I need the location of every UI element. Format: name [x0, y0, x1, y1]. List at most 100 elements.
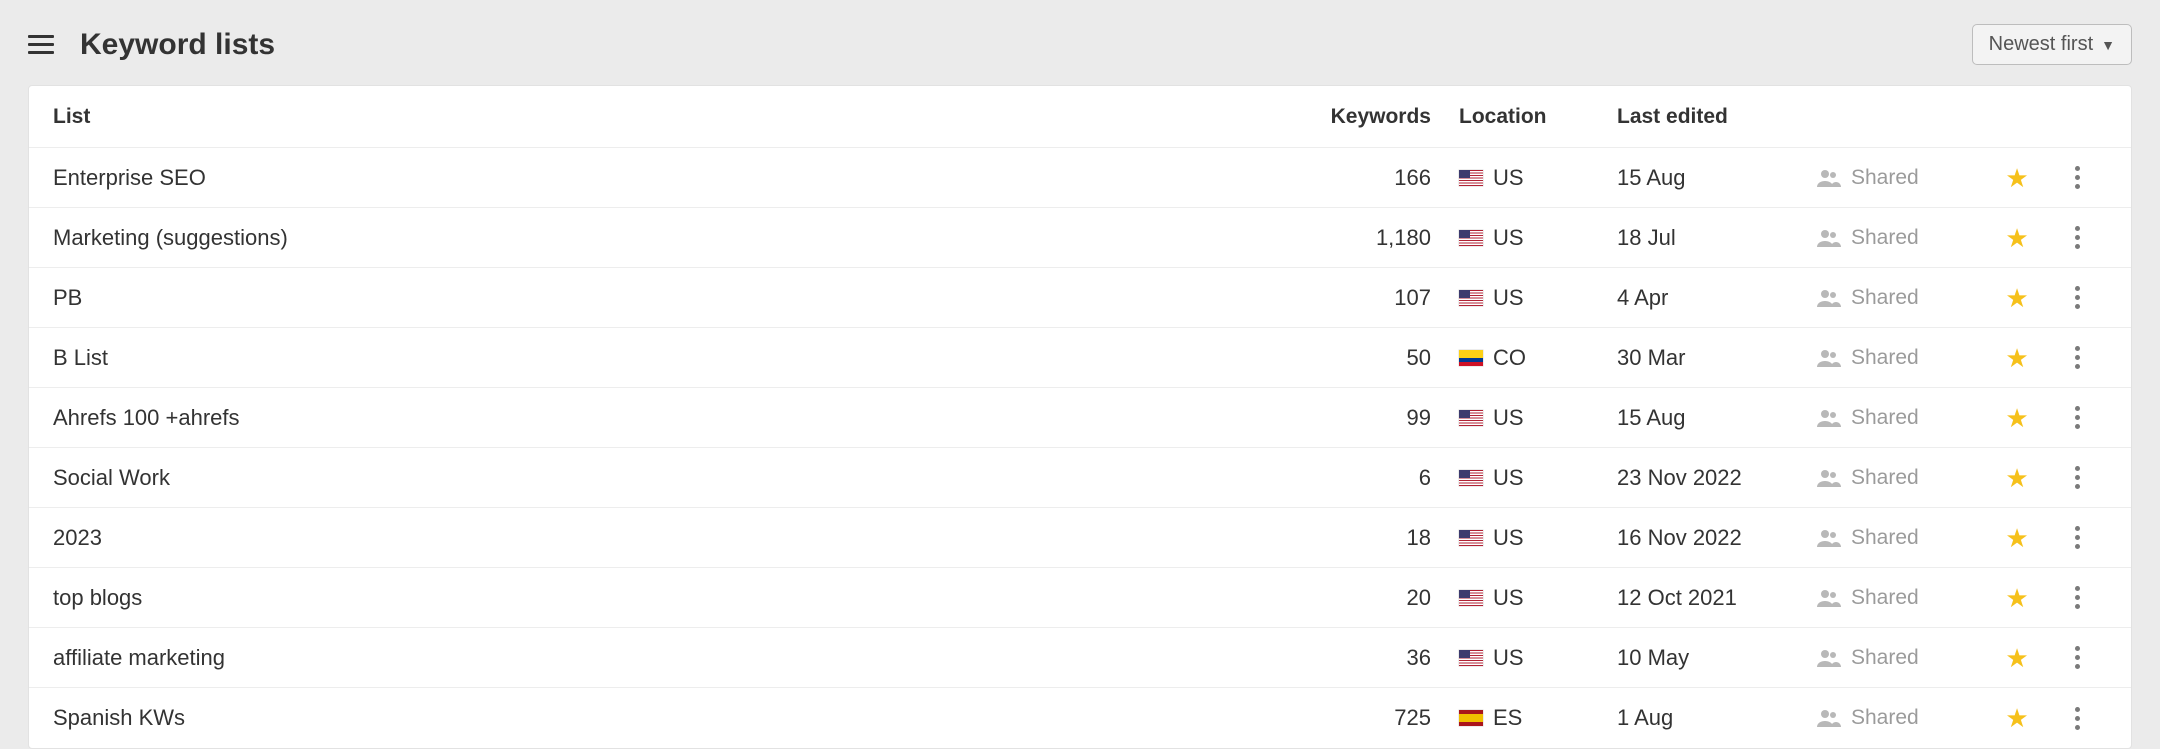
- menu-icon[interactable]: [28, 30, 58, 60]
- star-icon[interactable]: ★: [2005, 165, 2028, 191]
- table-row[interactable]: Marketing (suggestions) 1,180 US 18 Jul …: [29, 208, 2131, 268]
- more-icon[interactable]: [2069, 220, 2086, 255]
- people-icon: [1817, 649, 1841, 667]
- location-cell: US: [1447, 465, 1617, 491]
- flag-icon: [1459, 230, 1483, 246]
- keywords-count: 107: [1317, 285, 1447, 311]
- chevron-down-icon: ▼: [2101, 37, 2115, 53]
- last-edited: 15 Aug: [1617, 405, 1817, 431]
- star-icon[interactable]: ★: [2005, 225, 2028, 251]
- list-name: B List: [53, 345, 1317, 371]
- flag-icon: [1459, 350, 1483, 366]
- star-icon[interactable]: ★: [2005, 405, 2028, 431]
- shared-indicator: Shared: [1817, 586, 1987, 610]
- list-name: Ahrefs 100 +ahrefs: [53, 405, 1317, 431]
- flag-icon: [1459, 710, 1483, 726]
- keywords-count: 18: [1317, 525, 1447, 551]
- star-icon[interactable]: ★: [2005, 285, 2028, 311]
- location-cell: CO: [1447, 345, 1617, 371]
- table-row[interactable]: 2023 18 US 16 Nov 2022 Shared ★: [29, 508, 2131, 568]
- shared-indicator: Shared: [1817, 406, 1987, 430]
- list-name: PB: [53, 285, 1317, 311]
- location-cell: US: [1447, 165, 1617, 191]
- shared-indicator: Shared: [1817, 526, 1987, 550]
- shared-label: Shared: [1851, 406, 1919, 430]
- table-row[interactable]: Social Work 6 US 23 Nov 2022 Shared ★: [29, 448, 2131, 508]
- star-icon[interactable]: ★: [2005, 525, 2028, 551]
- flag-icon: [1459, 410, 1483, 426]
- shared-label: Shared: [1851, 286, 1919, 310]
- shared-indicator: Shared: [1817, 706, 1987, 730]
- country-code: ES: [1493, 705, 1522, 731]
- shared-label: Shared: [1851, 226, 1919, 250]
- star-icon[interactable]: ★: [2005, 465, 2028, 491]
- flag-icon: [1459, 650, 1483, 666]
- table-row[interactable]: top blogs 20 US 12 Oct 2021 Shared ★: [29, 568, 2131, 628]
- star-icon[interactable]: ★: [2005, 345, 2028, 371]
- more-icon[interactable]: [2069, 701, 2086, 736]
- more-icon[interactable]: [2069, 640, 2086, 675]
- table-row[interactable]: Enterprise SEO 166 US 15 Aug Shared ★: [29, 148, 2131, 208]
- keywords-count: 20: [1317, 585, 1447, 611]
- more-icon[interactable]: [2069, 460, 2086, 495]
- shared-indicator: Shared: [1817, 226, 1987, 250]
- list-name: Enterprise SEO: [53, 165, 1317, 191]
- star-icon[interactable]: ★: [2005, 585, 2028, 611]
- people-icon: [1817, 589, 1841, 607]
- country-code: US: [1493, 585, 1524, 611]
- last-edited: 12 Oct 2021: [1617, 585, 1817, 611]
- more-icon[interactable]: [2069, 400, 2086, 435]
- table-row[interactable]: PB 107 US 4 Apr Shared ★: [29, 268, 2131, 328]
- country-code: US: [1493, 165, 1524, 191]
- people-icon: [1817, 409, 1841, 427]
- more-icon[interactable]: [2069, 160, 2086, 195]
- shared-label: Shared: [1851, 706, 1919, 730]
- country-code: US: [1493, 285, 1524, 311]
- location-cell: ES: [1447, 705, 1617, 731]
- list-name: affiliate marketing: [53, 645, 1317, 671]
- more-icon[interactable]: [2069, 580, 2086, 615]
- last-edited: 23 Nov 2022: [1617, 465, 1817, 491]
- table-row[interactable]: Spanish KWs 725 ES 1 Aug Shared ★: [29, 688, 2131, 748]
- keyword-lists-table: List Keywords Location Last edited Enter…: [28, 85, 2132, 749]
- table-row[interactable]: Ahrefs 100 +ahrefs 99 US 15 Aug Shared ★: [29, 388, 2131, 448]
- table-row[interactable]: affiliate marketing 36 US 10 May Shared …: [29, 628, 2131, 688]
- more-icon[interactable]: [2069, 520, 2086, 555]
- people-icon: [1817, 349, 1841, 367]
- flag-icon: [1459, 290, 1483, 306]
- last-edited: 30 Mar: [1617, 345, 1817, 371]
- flag-icon: [1459, 470, 1483, 486]
- last-edited: 16 Nov 2022: [1617, 525, 1817, 551]
- people-icon: [1817, 169, 1841, 187]
- star-icon[interactable]: ★: [2005, 705, 2028, 731]
- col-header-lastedited: Last edited: [1617, 105, 1817, 129]
- keywords-count: 725: [1317, 705, 1447, 731]
- people-icon: [1817, 529, 1841, 547]
- location-cell: US: [1447, 405, 1617, 431]
- keywords-count: 99: [1317, 405, 1447, 431]
- list-name: 2023: [53, 525, 1317, 551]
- flag-icon: [1459, 590, 1483, 606]
- keywords-count: 6: [1317, 465, 1447, 491]
- keywords-count: 166: [1317, 165, 1447, 191]
- last-edited: 10 May: [1617, 645, 1817, 671]
- flag-icon: [1459, 530, 1483, 546]
- shared-label: Shared: [1851, 166, 1919, 190]
- more-icon[interactable]: [2069, 340, 2086, 375]
- list-name: Spanish KWs: [53, 705, 1317, 731]
- keywords-count: 1,180: [1317, 225, 1447, 251]
- sort-label: Newest first: [1989, 33, 2093, 56]
- list-name: Social Work: [53, 465, 1317, 491]
- location-cell: US: [1447, 225, 1617, 251]
- sort-dropdown[interactable]: Newest first ▼: [1972, 24, 2132, 65]
- last-edited: 4 Apr: [1617, 285, 1817, 311]
- keywords-count: 50: [1317, 345, 1447, 371]
- people-icon: [1817, 289, 1841, 307]
- country-code: US: [1493, 465, 1524, 491]
- location-cell: US: [1447, 585, 1617, 611]
- star-icon[interactable]: ★: [2005, 645, 2028, 671]
- shared-label: Shared: [1851, 586, 1919, 610]
- more-icon[interactable]: [2069, 280, 2086, 315]
- table-row[interactable]: B List 50 CO 30 Mar Shared ★: [29, 328, 2131, 388]
- flag-icon: [1459, 170, 1483, 186]
